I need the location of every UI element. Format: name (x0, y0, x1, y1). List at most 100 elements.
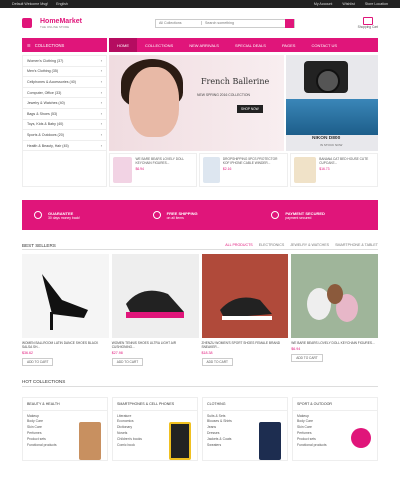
product-title: DROPSHIPPING 5PCS PROTECTOR KOF IPHONE C… (222, 157, 278, 165)
truck-icon (152, 211, 161, 219)
category-sidebar: Women's Clothing (37) › Men's Clothing (3… (22, 55, 107, 187)
product-price: $18.38 (201, 350, 213, 355)
product-image (22, 254, 109, 338)
product-image (111, 254, 199, 338)
add-to-cart-button[interactable]: ADD TO CART (291, 353, 323, 362)
sidebar-item-label: Bags & Shoes (53) (27, 111, 58, 116)
shop-now-button[interactable]: SHOP NOW (237, 105, 263, 113)
nav-home[interactable]: HOME (109, 38, 137, 52)
product-card[interactable]: WOMEN BALLROOM LATIN DANCE SHOES BLACK S… (22, 254, 109, 366)
menu-icon: ☰ (27, 42, 31, 48)
feature-sub: on all items (166, 215, 184, 220)
wishlist-link[interactable]: Wishlist (342, 2, 354, 6)
sidebar-item-label: Toys, Kids & Baby (40) (27, 122, 64, 127)
featured-product[interactable]: BANANA CAT BED HOUSE CUTE CUPCAKE... $16.… (289, 153, 378, 187)
camera-banner[interactable]: NIKON D800 IN STOCK NOW (286, 55, 378, 151)
sidebar-item-label: Men's Clothing (35) (27, 69, 59, 74)
cart-icon (362, 17, 373, 25)
camera-banner-title: NIKON D800 (312, 136, 341, 141)
collection-title: SMARTPHONES & CELL PHONES (113, 398, 197, 411)
nav-pages[interactable]: PAGES (274, 38, 304, 52)
logo-subtitle: THE ONLINE STORE (40, 24, 70, 29)
sidebar-item[interactable]: Women's Clothing (37) › (23, 56, 106, 67)
logo-title: HomeMarket (40, 17, 83, 25)
product-title: WOMEN BALLROOM LATIN DANCE SHOES BLACK S… (22, 341, 99, 349)
sidebar-item[interactable]: Toys, Kids & Baby (40) › (23, 120, 106, 131)
collection-card: BEAUTY & HEALTH Makeup Body Care Skin Ca… (22, 396, 108, 461)
product-price: $2.16 (222, 167, 232, 171)
tab-all-products[interactable]: ALL PRODUCTS (225, 243, 252, 247)
sidebar-item-label: Sports & Outdoors (20) (27, 132, 64, 137)
nav-collections[interactable]: COLLECTIONS (137, 38, 181, 52)
sidebar-item[interactable]: Cellphones & Accessories (40) › (23, 77, 106, 88)
sidebar-item[interactable]: Jewelry & Watches (40) › (23, 98, 106, 109)
product-title: WE BARE BEARS LOVELY DOLL KEYCHAIN FIGUR… (135, 157, 184, 165)
sidebar-item[interactable]: Health & Beauty, Hair (45) › (23, 141, 106, 152)
product-card[interactable]: WE BARE BEARS LOVELY DOLL KEYCHAIN FIGUR… (291, 254, 378, 366)
product-card[interactable]: ZHENZU WOMEN'S SPORT SHOES FEMALE BRAND … (201, 254, 289, 366)
feature-title: FREE SHIPPING (166, 210, 198, 216)
sidebar-item[interactable]: Computer, Office (33) › (23, 88, 106, 99)
tab-electronics[interactable]: ELECTRONICS (259, 243, 285, 247)
add-to-cart-button[interactable]: ADD TO CART (22, 357, 54, 366)
collection-card: SMARTPHONES & CELL PHONES Literature Eco… (112, 396, 198, 461)
plane-icon (34, 211, 42, 219)
chevron-right-icon: › (100, 111, 102, 116)
search-category-select[interactable]: All Collections (156, 21, 203, 25)
add-to-cart-button[interactable]: ADD TO CART (111, 357, 144, 366)
product-price: $6.94 (291, 346, 301, 351)
menu: HOME COLLECTIONS NEW ARRIVALS SPECIAL DE… (109, 38, 378, 52)
product-card[interactable]: WOMEN TENNIS SHOES ULTRA LIGHT AIR CUSHI… (111, 254, 199, 366)
sidebar-item-label: Computer, Office (33) (27, 90, 62, 95)
product-title: ZHENZU WOMEN'S SPORT SHOES FEMALE BRAND … (201, 341, 281, 349)
bag-icon (22, 18, 32, 28)
nav-special-deals[interactable]: SPECIAL DEALS (227, 38, 274, 52)
search-bar: All Collections Search something (155, 18, 296, 28)
sidebar-item[interactable]: Bags & Shoes (53) › (23, 109, 106, 120)
account-link[interactable]: My Account (314, 2, 333, 6)
product-image (291, 254, 378, 338)
chevron-right-icon: › (100, 122, 102, 127)
shopping-cart[interactable]: Shopping Cart (358, 17, 378, 29)
card-icon (271, 211, 280, 219)
add-to-cart-button[interactable]: ADD TO CART (201, 357, 233, 366)
collections-label: COLLECTIONS (34, 42, 65, 48)
feature-shipping: FREE SHIPPING on all items (141, 211, 260, 220)
nav-new-arrivals[interactable]: NEW ARRIVALS (181, 38, 227, 52)
product-title: BANANA CAT BED HOUSE CUTE CUPCAKE... (319, 157, 369, 165)
main-nav: ☰ COLLECTIONS HOME COLLECTIONS NEW ARRIV… (0, 38, 400, 52)
sidebar-item-label: Women's Clothing (37) (27, 58, 64, 63)
tab-smartphone[interactable]: SMARTPHONE & TABLET (335, 243, 378, 247)
language-select[interactable]: English (56, 2, 68, 6)
tab-jewelry[interactable]: JEWELRY & WATCHES (290, 243, 329, 247)
model-face (129, 67, 179, 137)
collection-card: SPORT & OUTDOOR Makeup Body Care Skin Ca… (292, 396, 378, 461)
store-location-link[interactable]: Store Location (365, 2, 388, 6)
product-price: $16.73 (319, 167, 330, 171)
featured-product[interactable]: DROPSHIPPING 5PCS PROTECTOR KOF IPHONE C… (199, 153, 288, 187)
feature-payment: PAYMENT SECURED payment secured (259, 211, 378, 220)
cart-label: Shopping Cart (357, 25, 378, 29)
camera-banner-sub: IN STOCK NOW (320, 143, 343, 147)
search-icon[interactable] (285, 18, 295, 28)
feature-sub: 30 days money back! (48, 215, 81, 220)
collection-title: SPORT & OUTDOOR (293, 398, 377, 411)
search-input[interactable]: Search something (202, 21, 285, 25)
section-title: HOT COLLECTIONS (22, 379, 66, 385)
sidebar-item[interactable]: Sports & Outdoors (20) › (23, 130, 106, 141)
collection-title: CLOTHING (203, 398, 287, 411)
lipstick-image (79, 421, 101, 460)
sidebar-item-label: Jewelry & Watches (40) (27, 101, 65, 106)
product-title: WOMEN TENNIS SHOES ULTRA LIGHT AIR CUSHI… (111, 341, 177, 349)
product-price: $36.62 (22, 350, 33, 355)
hero-banner[interactable]: French Ballerine NEW SPRING 2016 COLLECT… (109, 55, 284, 151)
product-price: $27.98 (111, 350, 123, 355)
featured-product[interactable]: WE BARE BEARS LOVELY DOLL KEYCHAIN FIGUR… (109, 153, 198, 187)
feature-sub: payment secured (285, 215, 312, 220)
nav-contact[interactable]: CONTACT US (303, 38, 345, 52)
sidebar-item[interactable]: Men's Clothing (35) › (23, 67, 106, 78)
surf-image (286, 99, 378, 135)
logo[interactable]: HomeMarket THE ONLINE STORE (40, 18, 82, 29)
collections-toggle[interactable]: ☰ COLLECTIONS (22, 38, 107, 52)
chevron-right-icon: › (100, 101, 102, 106)
